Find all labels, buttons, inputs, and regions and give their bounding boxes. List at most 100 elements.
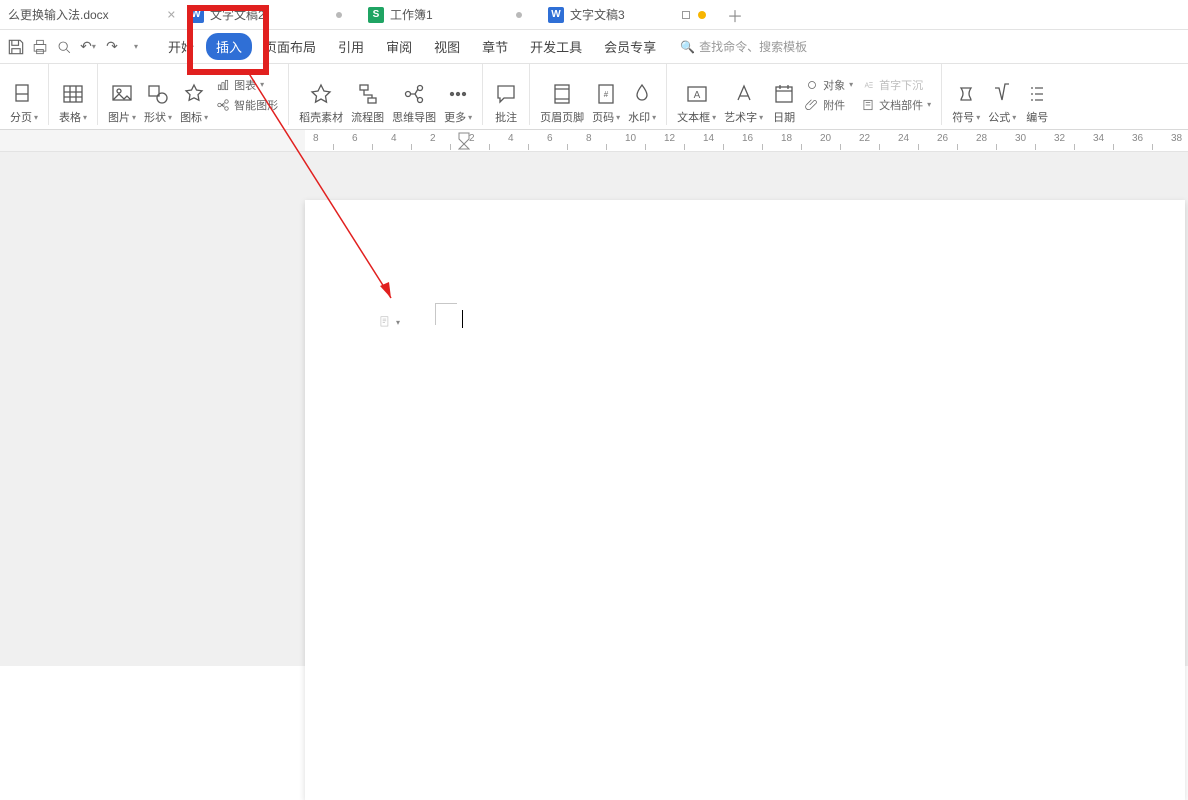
label: 首字下沉: [879, 77, 923, 93]
page-break-icon: [11, 81, 37, 107]
chevron-down-icon: ▾: [396, 318, 400, 327]
ruler-number: 28: [976, 133, 987, 144]
ruler-number: 4: [391, 133, 397, 144]
redo-icon[interactable]: ↷: [102, 37, 122, 57]
tab-doc-0[interactable]: 么更换输入法.docx ✕: [0, 0, 180, 29]
btn-equation[interactable]: 公式▾: [984, 64, 1020, 125]
tab-view[interactable]: 视图: [424, 33, 470, 60]
tab-review[interactable]: 审阅: [376, 33, 422, 60]
btn-icons[interactable]: 图标▾: [176, 64, 212, 125]
headerfooter-icon: [549, 81, 575, 107]
btn-numbering[interactable]: 编号: [1020, 64, 1054, 125]
mindmap-icon: [401, 81, 427, 107]
document-canvas[interactable]: [0, 152, 1188, 666]
tab-member[interactable]: 会员专享: [594, 33, 666, 60]
btn-dkres[interactable]: 稻壳素材: [295, 64, 347, 125]
page-icon: [378, 315, 392, 329]
unsaved-dot-icon: [336, 12, 342, 18]
btn-table[interactable]: 表格▾: [55, 64, 91, 125]
label: 分页: [10, 109, 32, 125]
tab-label: 工作簿1: [390, 6, 433, 23]
btn-more[interactable]: 更多▾: [440, 64, 476, 125]
label: 编号: [1026, 109, 1048, 125]
svg-text:#: #: [604, 90, 609, 99]
label: 表格: [59, 109, 81, 125]
add-tab-button[interactable]: ＋: [720, 0, 750, 29]
paragraph-options-hint[interactable]: ▾: [378, 315, 400, 329]
search-icon: 🔍: [680, 40, 695, 54]
tab-label: 文字文稿2: [210, 6, 265, 23]
tab-chapter[interactable]: 章节: [472, 33, 518, 60]
undo-icon[interactable]: ↶▾: [78, 37, 98, 57]
btn-smartart[interactable]: 智能图形: [216, 97, 278, 113]
label: 批注: [495, 109, 517, 125]
print-icon[interactable]: [30, 37, 50, 57]
btn-date[interactable]: 日期: [767, 64, 801, 125]
indent-marker-icon[interactable]: [458, 132, 470, 153]
btn-wordart[interactable]: 艺术字▾: [720, 64, 767, 125]
btn-mindmap[interactable]: 思维导图: [388, 64, 440, 125]
btn-shapes[interactable]: 形状▾: [140, 64, 176, 125]
minimize-dot-icon[interactable]: [698, 11, 706, 19]
tab-doc-2[interactable]: S 工作簿1: [360, 0, 540, 29]
tab-doc-1[interactable]: W 文字文稿2: [180, 0, 360, 29]
quick-access-toolbar: ↶▾ ↷ ▾: [0, 37, 152, 57]
ruler-number: 12: [664, 133, 675, 144]
tab-insert[interactable]: 插入: [206, 33, 252, 60]
btn-chart[interactable]: 图表▾: [216, 77, 278, 93]
picture-icon: [109, 81, 135, 107]
ribbon-tabs: 开始 插入 页面布局 引用 审阅 视图 章节 开发工具 会员专享: [158, 33, 666, 60]
restore-window-icon[interactable]: [682, 11, 690, 19]
ruler-number: 38: [1171, 133, 1182, 144]
word-icon: W: [188, 7, 204, 23]
wordart-icon: [731, 81, 757, 107]
btn-pagenum[interactable]: # 页码▾: [588, 64, 624, 125]
btn-attachment[interactable]: 附件: [805, 97, 853, 113]
btn-object[interactable]: 对象▾: [805, 77, 853, 93]
ruler-number: 14: [703, 133, 714, 144]
ruler-number: 8: [313, 133, 319, 144]
btn-symbol[interactable]: 符号▾: [948, 64, 984, 125]
label: 附件: [823, 97, 845, 113]
btn-textbox[interactable]: A 文本框▾: [673, 64, 720, 125]
text-caret: [462, 310, 463, 328]
label: 对象: [823, 77, 845, 93]
pagenum-icon: #: [593, 81, 619, 107]
close-icon[interactable]: ✕: [167, 8, 176, 21]
tab-pagelayout[interactable]: 页面布局: [254, 33, 326, 60]
btn-docparts[interactable]: 文档部件▾: [861, 97, 931, 113]
label: 图标: [180, 109, 202, 125]
tab-doc-3[interactable]: W 文字文稿3: [540, 0, 720, 29]
label: 更多: [444, 109, 466, 125]
horizontal-ruler[interactable]: 86422468101214161820222426283032343638: [0, 130, 1188, 152]
ruler-number: 36: [1132, 133, 1143, 144]
save-icon[interactable]: [6, 37, 26, 57]
main-menu-row: ↶▾ ↷ ▾ 开始 插入 页面布局 引用 审阅 视图 章节 开发工具 会员专享 …: [0, 30, 1188, 64]
btn-watermark[interactable]: 水印▾: [624, 64, 660, 125]
ruler-number: 10: [625, 133, 636, 144]
btn-paging[interactable]: 分页▾: [6, 64, 42, 125]
tab-home[interactable]: 开始: [158, 33, 204, 60]
qat-more-icon[interactable]: ▾: [126, 37, 146, 57]
btn-headerfooter[interactable]: 页眉页脚: [536, 64, 588, 125]
tab-references[interactable]: 引用: [328, 33, 374, 60]
ruler-number: 4: [508, 133, 514, 144]
label: 智能图形: [234, 97, 278, 113]
btn-comment[interactable]: 批注: [489, 64, 523, 125]
btn-picture[interactable]: 图片▾: [104, 64, 140, 125]
label: 流程图: [351, 109, 384, 125]
unsaved-dot-icon: [516, 12, 522, 18]
header-corner-guide: [435, 303, 459, 327]
label: 日期: [773, 109, 795, 125]
tab-devtools[interactable]: 开发工具: [520, 33, 592, 60]
ruler-number: 2: [430, 133, 436, 144]
preview-icon[interactable]: [54, 37, 74, 57]
table-icon: [60, 81, 86, 107]
btn-dropcap[interactable]: A首字下沉: [861, 77, 931, 93]
btn-flowchart[interactable]: 流程图: [347, 64, 388, 125]
page[interactable]: [305, 200, 1185, 800]
equation-icon: [989, 81, 1015, 107]
svg-text:A: A: [693, 90, 700, 101]
command-search[interactable]: 🔍 查找命令、搜索模板: [680, 38, 807, 55]
label: 思维导图: [392, 109, 436, 125]
